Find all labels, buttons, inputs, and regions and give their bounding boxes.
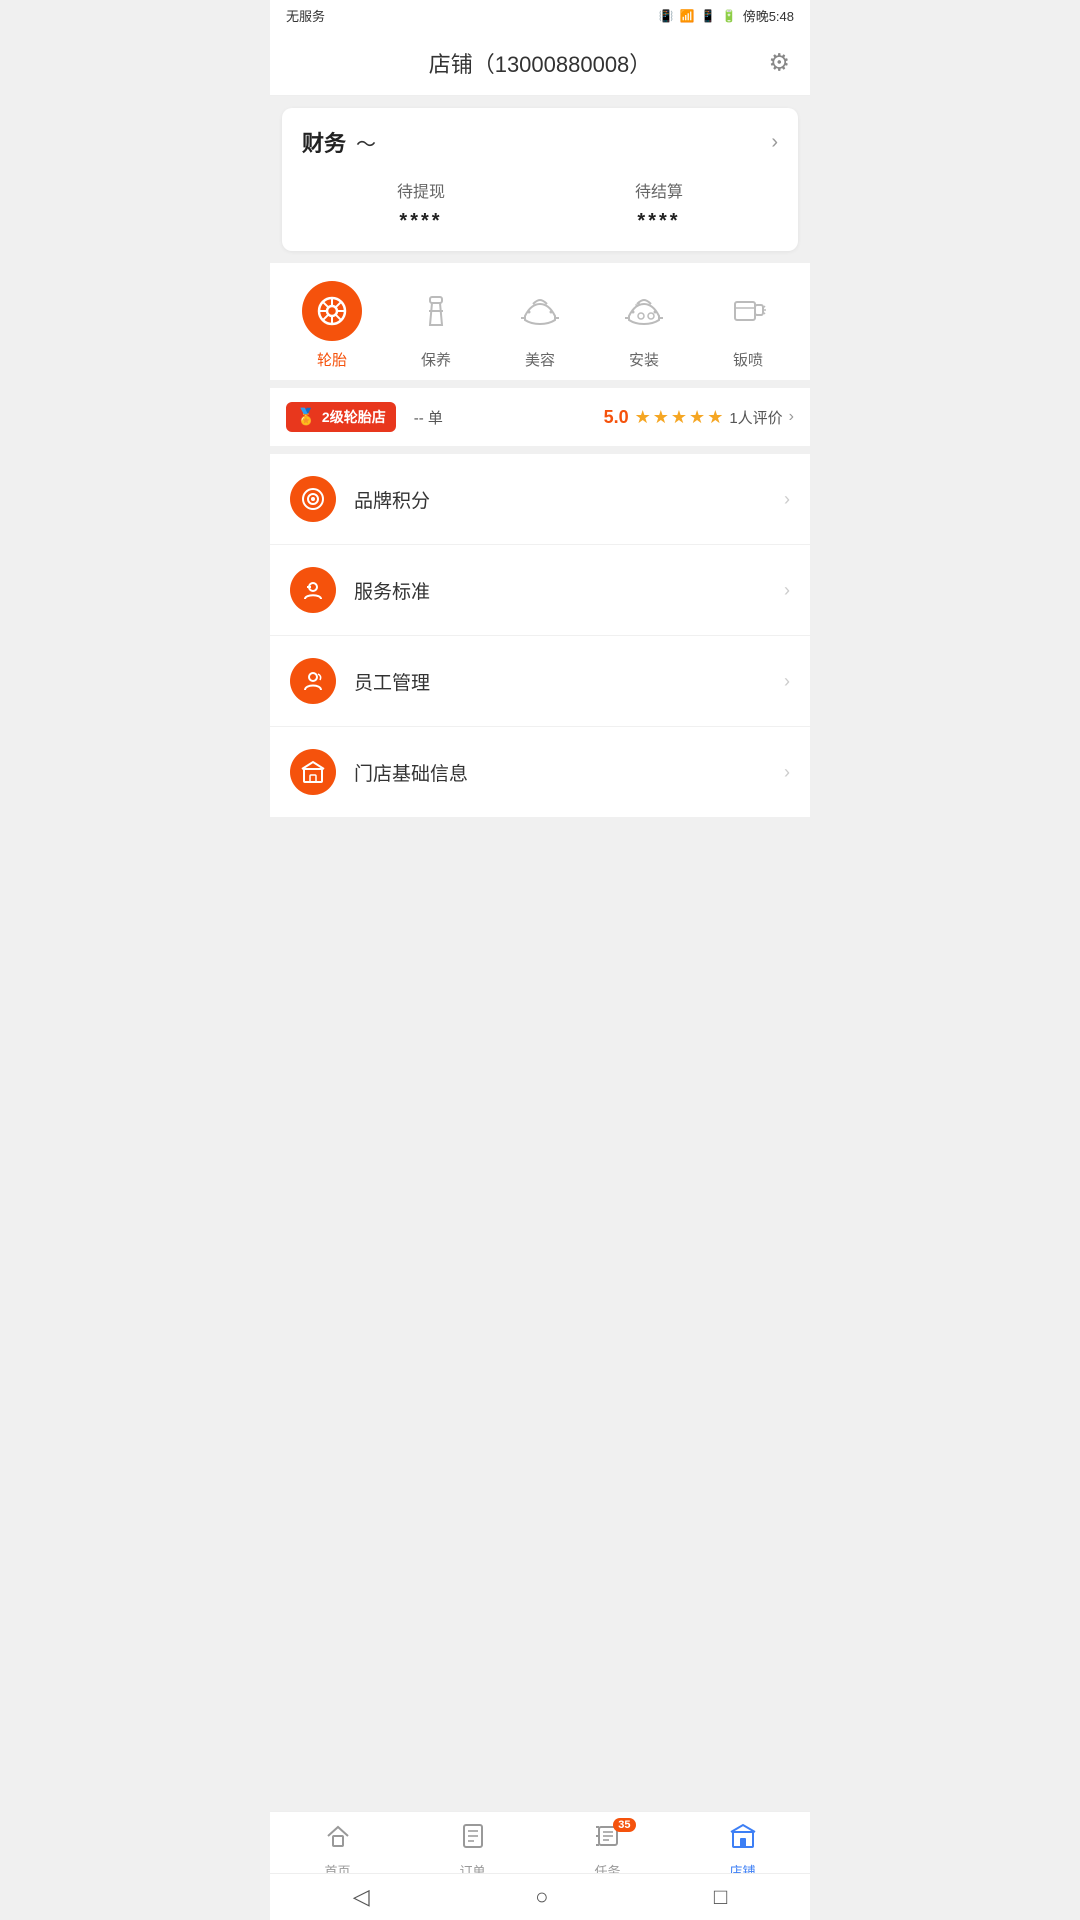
star-3: ★ — [671, 407, 687, 428]
service-label-paint: 钣喷 — [733, 349, 763, 370]
service-item-install[interactable]: 安装 — [604, 281, 684, 370]
beauty-icon-wrap — [510, 281, 570, 341]
finance-card: 财务 〜 › 待提现 **** 待结算 **** — [282, 108, 798, 251]
tire-icon-wrap — [302, 281, 362, 341]
pending-settlement-label: 待结算 — [635, 178, 683, 202]
rating-score: 5.0 — [604, 407, 629, 428]
home-nav-icon — [324, 1822, 352, 1857]
menu-list: 品牌积分 › 服务标准 › 员工管理 › — [270, 454, 810, 817]
service-standard-icon — [290, 567, 336, 613]
install-icon-wrap — [614, 281, 674, 341]
nav-item-home[interactable]: 首页 — [298, 1822, 378, 1880]
service-row: 轮胎 保养 美容 — [270, 263, 810, 380]
nav-item-orders[interactable]: 订单 — [433, 1822, 513, 1880]
menu-label-store-info: 门店基础信息 — [354, 759, 784, 786]
status-no-service: 无服务 — [286, 6, 325, 25]
finance-body: 待提现 **** 待结算 **** — [302, 178, 778, 233]
menu-item-brand-points[interactable]: 品牌积分 › — [270, 454, 810, 545]
rating-chevron-icon: › — [789, 408, 794, 426]
android-home-btn[interactable]: ○ — [535, 1884, 548, 1910]
wifi-icon: 📶 — [680, 9, 695, 23]
menu-label-service-standard: 服务标准 — [354, 577, 784, 604]
service-label-install: 安装 — [629, 349, 659, 370]
finance-chevron-icon[interactable]: › — [771, 131, 778, 154]
menu-item-employee[interactable]: 员工管理 › — [270, 636, 810, 727]
rating-section[interactable]: 5.0 ★ ★ ★ ★ ★ 1人评价 › — [604, 407, 794, 428]
service-item-maintenance[interactable]: 保养 — [396, 281, 476, 370]
finance-title-wrap: 财务 〜 — [302, 126, 376, 158]
page-title: 店铺（13000880008） — [429, 47, 652, 79]
nav-item-store[interactable]: 店铺 — [703, 1822, 783, 1880]
pending-withdrawal-label: 待提现 — [397, 178, 445, 202]
android-recent-btn[interactable]: □ — [714, 1884, 727, 1910]
android-nav: ◁ ○ □ — [270, 1873, 810, 1920]
paint-icon-wrap — [718, 281, 778, 341]
pending-settlement-value: **** — [635, 210, 683, 233]
service-label-maintenance: 保养 — [421, 349, 451, 370]
menu-item-store-info[interactable]: 门店基础信息 › — [270, 727, 810, 817]
order-count: -- 单 — [414, 407, 443, 428]
menu-label-employee: 员工管理 — [354, 668, 784, 695]
tasks-badge: 35 — [613, 1818, 635, 1832]
pending-settlement: 待结算 **** — [635, 178, 683, 233]
settings-icon[interactable]: ⚙ — [768, 49, 790, 78]
android-back-btn[interactable]: ◁ — [353, 1884, 370, 1910]
finance-header: 财务 〜 › — [302, 126, 778, 158]
status-bar: 无服务 📳 📶 📱 🔋 傍晚5:48 — [270, 0, 810, 31]
star-4: ★ — [689, 407, 705, 428]
brand-points-icon — [290, 476, 336, 522]
battery-icon: 🔋 — [722, 9, 737, 23]
brand-points-chevron-icon: › — [784, 489, 790, 510]
star-5: ★ — [707, 407, 723, 428]
finance-title: 财务 — [302, 126, 346, 158]
sim-icon: 📱 — [701, 9, 716, 23]
employee-chevron-icon: › — [784, 671, 790, 692]
store-nav-icon — [729, 1822, 757, 1857]
page-header: 店铺（13000880008） ⚙ — [270, 31, 810, 96]
review-count: 1人评价 — [729, 407, 782, 428]
star-2: ★ — [653, 407, 669, 428]
status-icons: 📳 📶 📱 🔋 傍晚5:48 — [659, 6, 794, 25]
service-label-beauty: 美容 — [525, 349, 555, 370]
star-1: ★ — [635, 407, 651, 428]
stars: ★ ★ ★ ★ ★ — [635, 407, 724, 428]
employee-icon — [290, 658, 336, 704]
menu-item-service-standard[interactable]: 服务标准 › — [270, 545, 810, 636]
service-item-paint[interactable]: 钣喷 — [708, 281, 788, 370]
service-item-tire[interactable]: 轮胎 — [292, 281, 372, 370]
store-rating-bar: 🏅 2级轮胎店 -- 单 5.0 ★ ★ ★ ★ ★ 1人评价 › — [270, 388, 810, 446]
badge-icon: 🏅 — [296, 407, 316, 427]
pending-withdrawal-value: **** — [397, 210, 445, 233]
eye-toggle-icon[interactable]: 〜 — [356, 128, 376, 157]
service-item-beauty[interactable]: 美容 — [500, 281, 580, 370]
service-standard-chevron-icon: › — [784, 580, 790, 601]
service-label-tire: 轮胎 — [317, 349, 347, 370]
status-time: 傍晚5:48 — [743, 6, 794, 25]
maintenance-icon-wrap — [406, 281, 466, 341]
store-info-chevron-icon: › — [784, 762, 790, 783]
orders-nav-icon — [459, 1822, 487, 1857]
nav-item-tasks[interactable]: 35 任务 — [568, 1822, 648, 1880]
pending-withdrawal: 待提现 **** — [397, 178, 445, 233]
store-level: 2级轮胎店 — [322, 407, 386, 427]
vibrate-icon: 📳 — [659, 9, 674, 23]
store-info-icon — [290, 749, 336, 795]
menu-label-brand-points: 品牌积分 — [354, 486, 784, 513]
store-badge: 🏅 2级轮胎店 — [286, 402, 396, 432]
